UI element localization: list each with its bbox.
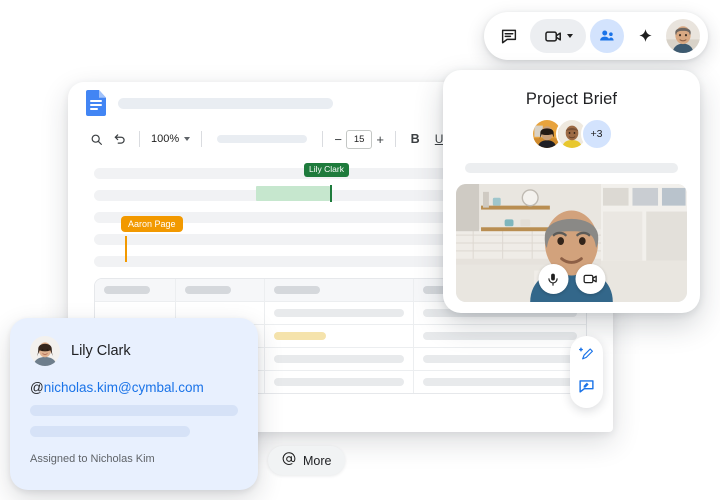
brief-subtitle-placeholder bbox=[465, 163, 678, 173]
image-edit-icon[interactable] bbox=[578, 377, 595, 399]
toolbar-divider bbox=[201, 131, 203, 147]
increase-font-size-button[interactable]: + bbox=[372, 133, 388, 146]
user-avatar[interactable] bbox=[666, 19, 700, 53]
chevron-down-icon bbox=[184, 137, 191, 141]
video-tile[interactable] bbox=[456, 184, 687, 302]
comment-assigned-label: Assigned to Nicholas Kim bbox=[30, 453, 155, 465]
bold-button[interactable]: B bbox=[403, 127, 427, 151]
lily-clark-avatar[interactable] bbox=[30, 336, 60, 366]
toolbar-divider bbox=[139, 131, 140, 147]
video-camera-icon bbox=[544, 30, 561, 42]
decrease-font-size-button[interactable]: − bbox=[330, 133, 346, 146]
toolbar-divider bbox=[322, 131, 324, 147]
microphone-icon[interactable] bbox=[538, 264, 568, 294]
font-size-input[interactable]: 15 bbox=[346, 129, 373, 149]
table-cell bbox=[265, 302, 414, 324]
video-controls bbox=[538, 264, 605, 294]
doc-text-line bbox=[94, 256, 479, 267]
project-brief-title: Project Brief bbox=[525, 90, 618, 108]
mention-prefix: @ bbox=[30, 380, 44, 395]
table-cell bbox=[265, 348, 414, 370]
camera-dropdown-button[interactable] bbox=[530, 19, 586, 53]
table-cell bbox=[414, 348, 586, 370]
collaborator-tag-lily: Lily Clark bbox=[304, 163, 349, 177]
document-title-placeholder[interactable] bbox=[118, 97, 333, 109]
table-cell-highlighted bbox=[265, 325, 414, 347]
comment-card: Lily Clark @nicholas.kim@cymbal.com Assi… bbox=[10, 318, 258, 490]
collaborator-caret-lily bbox=[330, 185, 332, 202]
mention-email[interactable]: nicholas.kim@cymbal.com bbox=[44, 380, 204, 395]
people-icon[interactable] bbox=[590, 19, 624, 53]
at-mention-icon bbox=[282, 452, 296, 469]
video-camera-icon[interactable] bbox=[575, 264, 605, 294]
participant-avatar-group: +3 bbox=[443, 118, 700, 150]
table-header-cell bbox=[265, 279, 414, 301]
zoom-level-value: 100% bbox=[151, 133, 180, 145]
toolbar-divider bbox=[395, 131, 397, 147]
table-header-cell bbox=[176, 279, 265, 301]
google-docs-icon bbox=[86, 90, 106, 116]
table-cell bbox=[414, 371, 586, 393]
table-header-cell bbox=[95, 279, 176, 301]
comment-author-name: Lily Clark bbox=[71, 343, 131, 359]
font-family-placeholder[interactable] bbox=[217, 135, 308, 143]
chevron-down-icon bbox=[566, 34, 573, 38]
comment-body-line bbox=[30, 426, 191, 437]
comment-body-line bbox=[30, 405, 238, 416]
chat-bubble-icon[interactable] bbox=[492, 19, 526, 53]
collaborator-tag-aaron: Aaron Page bbox=[121, 216, 183, 233]
screenshot-stage: 100% − 15 + B U A bbox=[0, 0, 720, 500]
more-button[interactable]: More bbox=[268, 446, 346, 475]
magic-pen-icon[interactable] bbox=[578, 346, 595, 368]
ai-tools-pill bbox=[570, 336, 603, 408]
table-cell bbox=[414, 325, 586, 347]
collaborator-caret-aaron bbox=[125, 236, 127, 262]
participant-overflow-count[interactable]: +3 bbox=[580, 118, 613, 150]
meeting-toolbar bbox=[484, 12, 708, 60]
undo-icon[interactable] bbox=[108, 127, 132, 151]
search-icon[interactable] bbox=[84, 127, 108, 151]
comment-header: Lily Clark bbox=[30, 336, 238, 366]
collaborator-selection-lily bbox=[256, 186, 330, 201]
comment-mention: @nicholas.kim@cymbal.com bbox=[30, 380, 238, 395]
more-button-label: More bbox=[303, 453, 332, 468]
project-brief-card: Project Brief +3 bbox=[443, 70, 700, 313]
table-cell bbox=[265, 371, 414, 393]
zoom-level-dropdown[interactable]: 100% bbox=[147, 133, 194, 145]
ai-sparkle-icon[interactable] bbox=[628, 19, 662, 53]
